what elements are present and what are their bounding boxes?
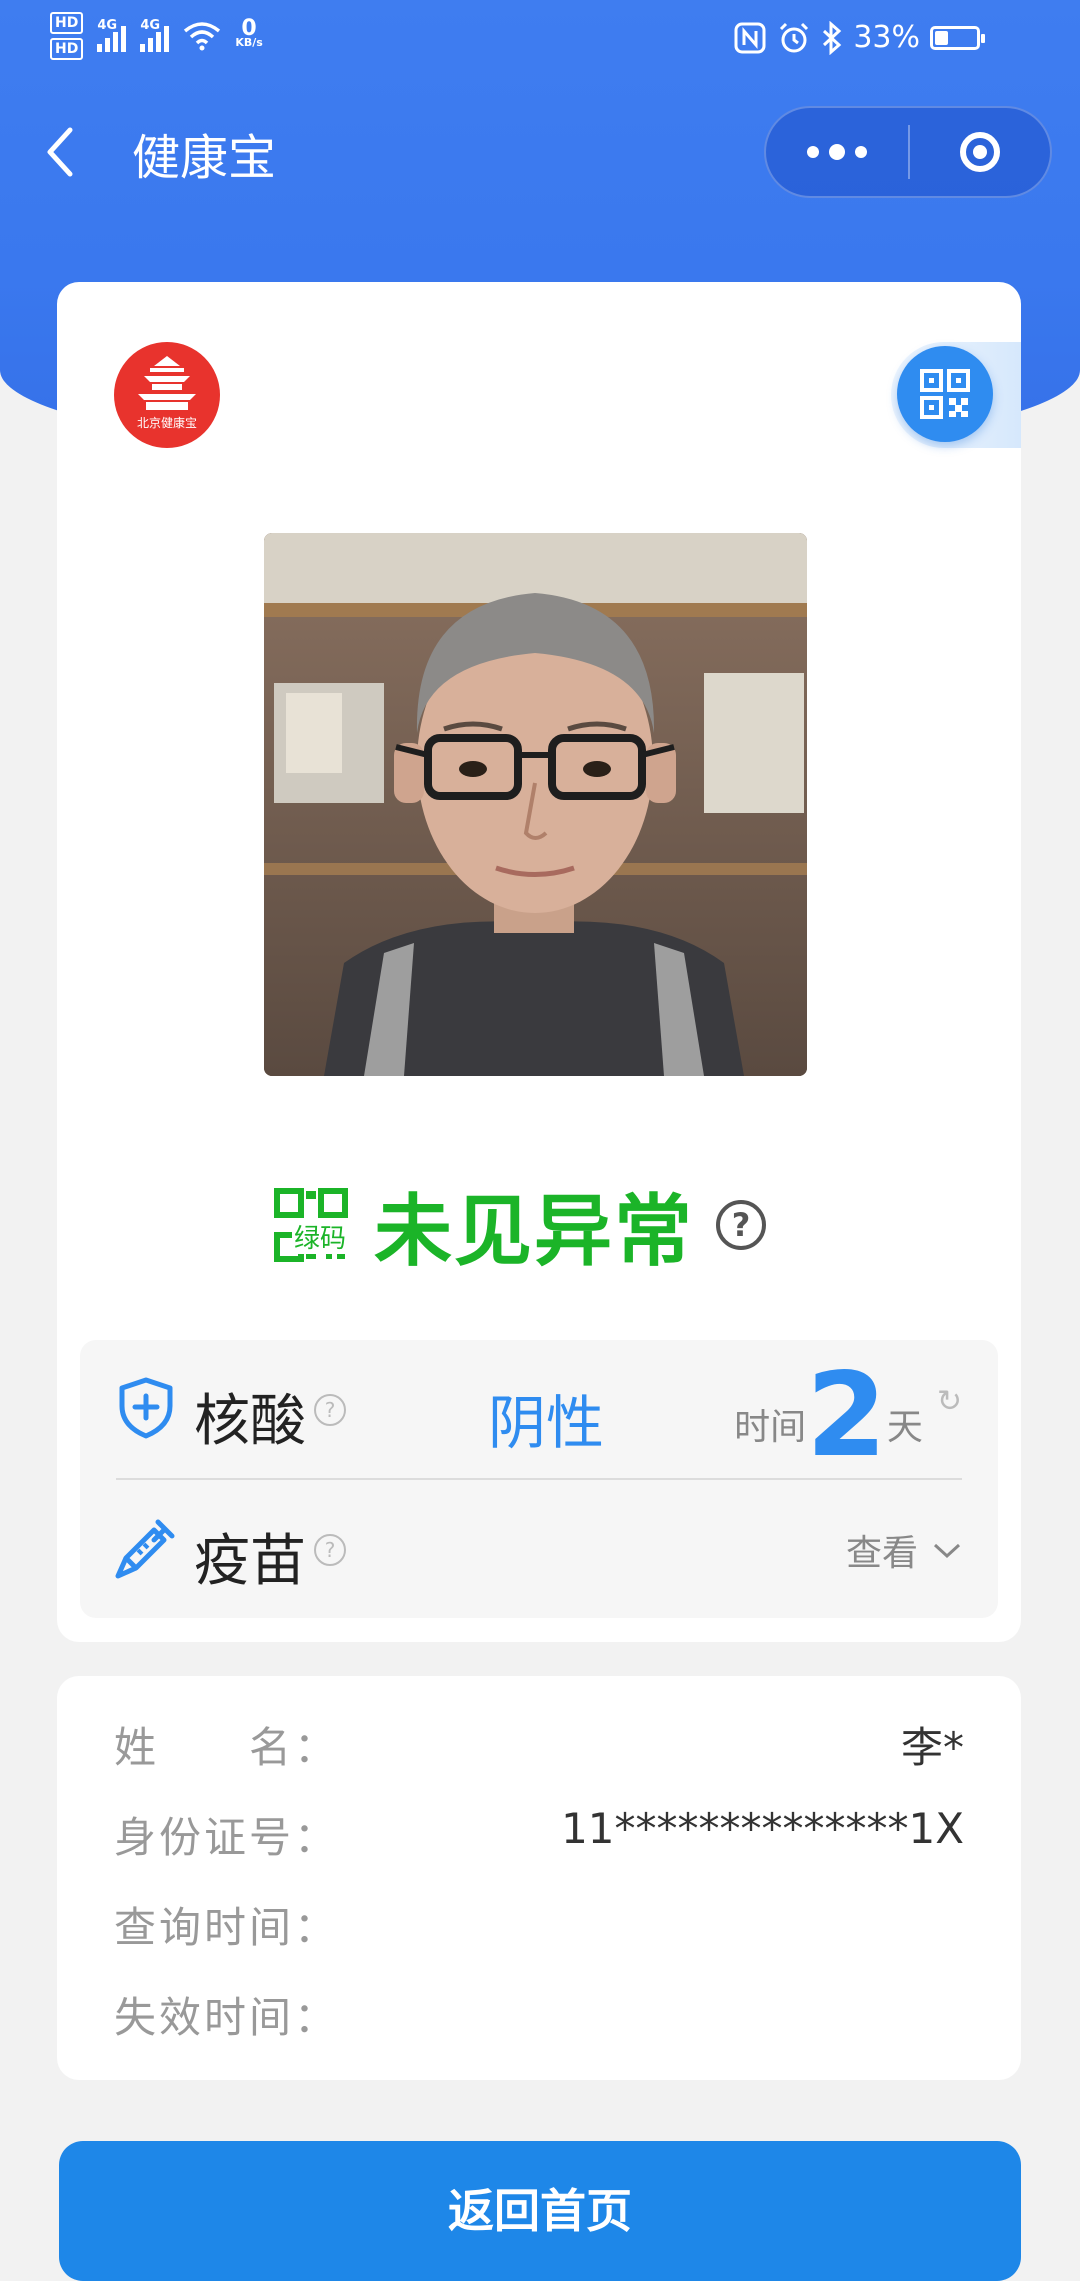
info-row-name: 姓 名： 李* (114, 1714, 964, 1774)
test-info-panel: 核酸 ? 阴性 时间 2 天 ↻ 疫苗 ? 查看 (80, 1340, 998, 1618)
beijing-health-logo: 北京健康宝 (114, 342, 220, 448)
time-label: 时间 (734, 1407, 807, 1448)
portrait-image (264, 533, 807, 1076)
qr-code-button[interactable] (897, 346, 993, 442)
name-value: 李* (900, 1723, 964, 1772)
target-icon (960, 132, 1000, 172)
battery-fill (935, 30, 948, 45)
nucleic-acid-label: 核酸 (194, 1389, 306, 1454)
more-dot-icon (807, 146, 819, 158)
vaccine-label: 疫苗 (194, 1529, 306, 1594)
more-dot-icon (829, 144, 845, 160)
vaccine-view-label: 查看 (845, 1533, 918, 1574)
expire-time-label: 失效时间： (114, 1993, 340, 2042)
network-speed-value: 0 (241, 16, 257, 41)
qr-code-icon (920, 369, 970, 419)
health-status-row: 绿码 未见异常 ? (274, 1170, 767, 1280)
health-code-card: 北京健康宝 绿码 未见异常 ? 核酸 ? 阴性 时间 2 天 ↻ 疫苗 ? 查看 (57, 282, 1021, 1642)
query-time-label: 查询时间： (114, 1903, 340, 1952)
hd-badge-2: HD (50, 38, 84, 60)
user-photo (264, 533, 807, 1076)
health-status-text: 未见异常 (374, 1187, 695, 1277)
vaccine-help-icon[interactable]: ? (314, 1534, 346, 1566)
temple-icon (138, 356, 196, 410)
alarm-icon (780, 22, 809, 52)
net-type-label-2: 4G (140, 18, 161, 33)
return-home-button[interactable]: 返回首页 (59, 2141, 1021, 2281)
time-value: 2 (806, 1348, 887, 1483)
cell-signal-icon-2: 4G (140, 18, 170, 52)
vaccine-row[interactable]: 疫苗 ? 查看 (80, 1480, 998, 1618)
name-label: 姓 名： (114, 1723, 340, 1772)
wifi-icon (184, 22, 221, 51)
green-code-label: 绿码 (292, 1224, 348, 1254)
info-row-expire-time: 失效时间： (114, 1984, 964, 2044)
network-speed: 0 KB/s (235, 16, 263, 50)
status-bar-right: 33% (733, 20, 985, 55)
green-code-badge: 绿码 (274, 1188, 348, 1262)
info-row-query-time: 查询时间： (114, 1894, 964, 1954)
nfc-icon (734, 22, 766, 53)
miniprogram-capsule (764, 106, 1052, 198)
qr-code-tab[interactable] (891, 342, 1021, 448)
personal-info-card: 姓 名： 李* 身份证号： 11**************1X 查询时间： 失… (57, 1676, 1021, 2080)
shield-plus-icon (119, 1377, 173, 1439)
status-help-icon[interactable]: ? (716, 1200, 767, 1250)
info-row-id: 身份证号： 11**************1X (114, 1804, 964, 1864)
refresh-icon[interactable]: ↻ (937, 1384, 962, 1419)
id-number-label: 身份证号： (114, 1813, 340, 1862)
nucleic-acid-result: 阴性 (488, 1389, 605, 1457)
status-bar: HD HD 4G 4G 0 KB/s 33% (0, 0, 1080, 80)
hd-badge-1: HD (50, 12, 84, 34)
page-title: 健康宝 (132, 130, 277, 186)
status-bar-left: HD HD 4G 4G 0 KB/s (50, 12, 263, 60)
chevron-down-icon (933, 1543, 961, 1559)
net-type-label-1: 4G (97, 18, 118, 33)
battery-percent: 33% (853, 20, 920, 55)
bluetooth-icon (823, 20, 842, 55)
close-miniprogram-button[interactable] (910, 108, 1050, 196)
syringe-icon (115, 1519, 175, 1579)
chevron-left-icon (47, 127, 73, 177)
back-button[interactable] (40, 120, 90, 184)
time-unit: 天 (886, 1407, 923, 1448)
logo-text: 北京健康宝 (136, 416, 197, 430)
nucleic-acid-row[interactable]: 核酸 ? 阴性 时间 2 天 ↻ (80, 1340, 998, 1478)
hd-indicators: HD HD (50, 12, 84, 60)
more-dot-icon (855, 146, 867, 158)
vaccine-view-button[interactable]: 查看 (846, 1524, 962, 1576)
nucleic-acid-time: 时间 2 天 ↻ (734, 1344, 962, 1474)
battery-icon (930, 25, 985, 50)
id-number-value: 11**************1X (561, 1804, 964, 1853)
nucleic-acid-help-icon[interactable]: ? (314, 1394, 346, 1426)
network-speed-unit: KB/s (235, 36, 263, 49)
cell-signal-icon-1: 4G (97, 18, 127, 52)
more-button[interactable] (766, 108, 908, 196)
